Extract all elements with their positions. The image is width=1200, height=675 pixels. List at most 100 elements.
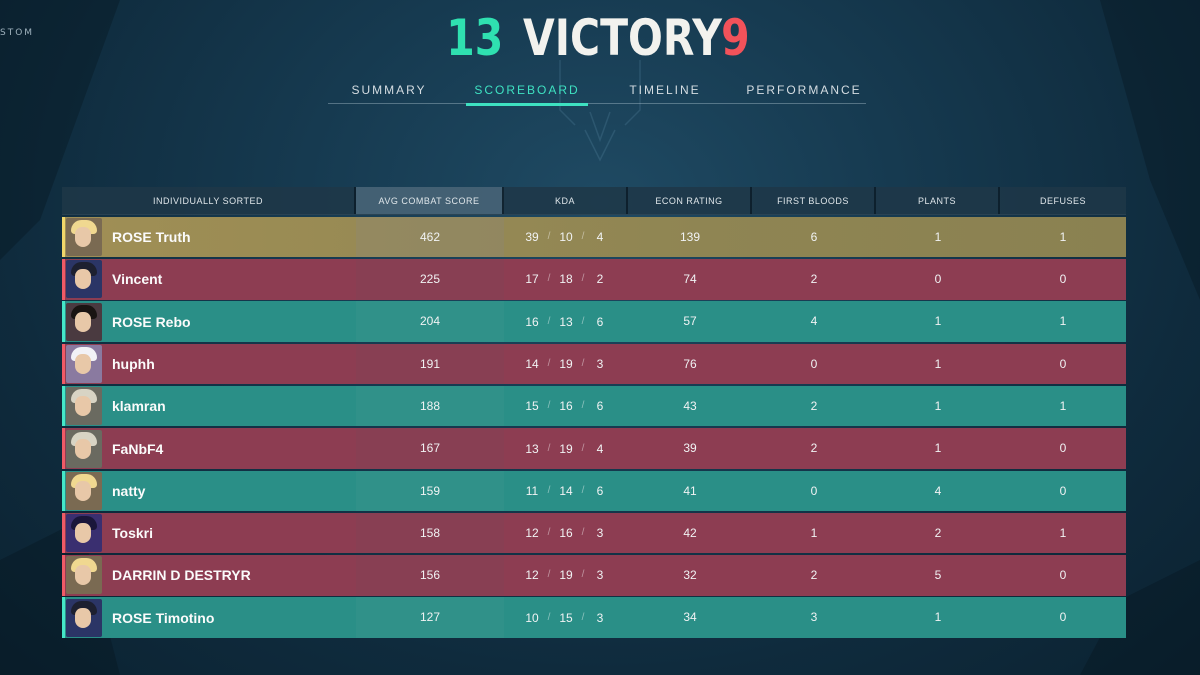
match-result-header: 13 VICTORY 9 <box>0 8 1200 68</box>
kda: 17 / 18 / 2 <box>504 259 628 300</box>
column-header-plants[interactable]: PLANTS <box>876 187 1000 214</box>
table-row[interactable]: natty 159 11 / 14 / 6 41 0 4 0 <box>62 470 1126 512</box>
deaths: 15 <box>559 610 573 625</box>
kda-separator: / <box>547 400 551 412</box>
plants: 1 <box>934 441 942 456</box>
kda: 12 / 16 / 3 <box>504 513 628 554</box>
kda-separator: / <box>547 569 551 581</box>
player-cell: ROSE Timotino <box>62 597 356 638</box>
econ-rating: 74 <box>683 272 697 287</box>
plants: 5 <box>934 568 942 583</box>
table-row[interactable]: ROSE Truth 462 39 / 10 / 4 139 6 1 1 <box>62 216 1126 258</box>
tab-performance[interactable]: PERFORMANCE <box>742 80 866 104</box>
avg-combat-score: 167 <box>356 428 504 469</box>
kda-separator: / <box>547 442 551 454</box>
table-row[interactable]: huphh 191 14 / 19 / 3 76 0 1 0 <box>62 343 1126 385</box>
econ-rating: 41 <box>683 483 697 498</box>
kills: 13 <box>525 441 539 456</box>
table-row[interactable]: Vincent 225 17 / 18 / 2 74 2 0 0 <box>62 259 1126 300</box>
player-name[interactable]: DARRIN D DESTRYR <box>112 567 251 583</box>
table-row[interactable]: klamran 188 15 / 16 / 6 43 2 1 1 <box>62 385 1126 427</box>
table-body: ROSE Truth 462 39/10/4 139 6 1 1 Vincent 225 17/1… <box>62 216 1126 638</box>
defuses: 0 <box>1059 272 1067 287</box>
column-header-econ[interactable]: ECON RATING <box>628 187 752 214</box>
table-row[interactable]: ROSE Rebo 204 16 / 13 / 6 57 4 1 1 <box>62 301 1126 342</box>
player-cell: klamran <box>62 386 356 427</box>
kda-separator: / <box>581 357 585 369</box>
player-name[interactable]: Vincent <box>112 271 162 287</box>
kda: 16 / 13 / 6 <box>504 301 628 342</box>
player-cell: huphh <box>62 344 356 385</box>
table-header: INDIVIDUALLY SORTED AVG COMBAT SCORE KDA… <box>62 187 1126 215</box>
assists: 3 <box>596 610 604 625</box>
white-hair-agent-icon <box>66 344 102 383</box>
kills: 15 <box>525 399 539 414</box>
player-cell: Toskri <box>62 513 356 554</box>
econ-rating: 57 <box>683 314 697 329</box>
econ-rating: 43 <box>683 398 697 413</box>
defuses: 0 <box>1059 356 1067 371</box>
tab-summary[interactable]: SUMMARY <box>328 80 450 104</box>
kda-separator: / <box>547 273 551 285</box>
dark-hooded-agent-icon <box>66 598 102 637</box>
player-cell: ROSE Rebo <box>62 301 356 342</box>
assists: 3 <box>596 568 604 583</box>
player-cell: ROSE Truth <box>62 217 356 258</box>
deaths: 18 <box>559 272 573 287</box>
player-name[interactable]: huphh <box>112 356 155 372</box>
table-row[interactable]: ROSE Timotino 127 10/15/3 34 3 1 0 <box>62 597 1126 638</box>
kda-separator: / <box>547 357 551 369</box>
econ-rating: 34 <box>683 610 697 625</box>
tab-scoreboard[interactable]: SCOREBOARD <box>466 80 588 106</box>
tab-timeline[interactable]: TIMELINE <box>604 80 726 104</box>
player-cell: Vincent <box>62 259 356 300</box>
player-name[interactable]: FaNbF4 <box>112 441 163 457</box>
player-name[interactable]: ROSE Truth <box>112 229 191 245</box>
deaths: 19 <box>559 356 573 371</box>
column-header-defuses[interactable]: DEFUSES <box>1000 187 1126 214</box>
kda: 10 / 15 / 3 <box>504 597 628 638</box>
assists: 2 <box>596 272 604 287</box>
dark-hooded-agent-icon <box>66 260 102 299</box>
enemy-score: 9 <box>721 9 750 67</box>
column-header-acs[interactable]: AVG COMBAT SCORE <box>356 187 504 214</box>
kda-separator: / <box>581 442 585 454</box>
avg-combat-score: 159 <box>356 470 504 512</box>
deaths: 16 <box>559 399 573 414</box>
kda-separator: / <box>581 273 585 285</box>
kda-separator: / <box>581 611 585 623</box>
column-header-name[interactable]: INDIVIDUALLY SORTED <box>62 187 356 214</box>
avg-combat-score: 462 <box>356 216 504 258</box>
defuses: 1 <box>1059 398 1067 413</box>
assists: 6 <box>596 399 604 414</box>
player-cell: natty <box>62 471 356 512</box>
table-row[interactable]: FaNbF4 167 13 / 19 / 4 39 2 1 0 <box>62 428 1126 469</box>
table-row[interactable]: DARRIN D DESTRYR 156 12 / 19 / 3 32 2 5 0 <box>62 555 1126 596</box>
assists: 6 <box>596 483 604 498</box>
kda-separator: / <box>547 315 551 327</box>
avg-combat-score: 204 <box>356 301 504 342</box>
kda-separator: / <box>547 231 551 243</box>
first-bloods: 4 <box>810 314 818 329</box>
player-name[interactable]: klamran <box>112 398 166 414</box>
hat-agent-icon <box>66 429 102 468</box>
plants: 1 <box>934 314 942 329</box>
player-name[interactable]: natty <box>112 483 145 499</box>
first-bloods: 3 <box>810 610 818 625</box>
blonde-agent-icon <box>66 218 102 257</box>
kills: 16 <box>525 314 539 329</box>
defuses: 1 <box>1059 229 1067 244</box>
player-name[interactable]: ROSE Timotino <box>112 610 214 626</box>
avg-combat-score: 127 <box>356 597 504 638</box>
plants: 1 <box>934 610 942 625</box>
player-name[interactable]: Toskri <box>112 525 153 541</box>
column-header-kda[interactable]: KDA <box>504 187 628 214</box>
avg-combat-score: 188 <box>356 385 504 427</box>
column-header-first-bloods[interactable]: FIRST BLOODS <box>752 187 876 214</box>
kda-separator: / <box>581 569 585 581</box>
table-row[interactable]: Toskri 158 12/16/3 42 1 2 1 <box>62 512 1126 554</box>
first-bloods: 2 <box>810 272 818 287</box>
team-score: 13 <box>446 9 504 67</box>
first-bloods: 0 <box>810 356 818 371</box>
player-name[interactable]: ROSE Rebo <box>112 314 191 330</box>
